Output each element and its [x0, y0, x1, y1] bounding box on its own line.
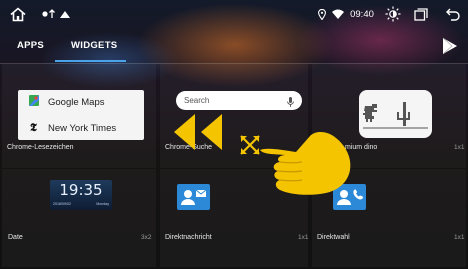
widget-date[interactable]: 19:35 2018/09/02 Monday Date 3x2 — [0, 169, 158, 267]
notification-icons — [40, 5, 74, 23]
recent-apps-icon[interactable] — [413, 5, 429, 23]
nyt-icon: 𝕿 — [30, 121, 37, 134]
dino-preview — [359, 90, 432, 138]
location-icon — [316, 5, 328, 23]
widget-picker-screen: 09:40 APPS WIDGETS Google Maps 𝕿 New Yor… — [0, 0, 468, 269]
mic-icon — [287, 95, 294, 113]
bookmark-row: 𝕿 New York Times — [18, 119, 116, 137]
tab-widgets[interactable]: WIDGETS — [71, 40, 117, 51]
widget-size: 1x1 — [454, 144, 465, 151]
bookmark-label: New York Times — [48, 122, 117, 134]
widget-label: Date — [8, 234, 23, 241]
search-placeholder: Search — [184, 96, 210, 105]
widget-size: 3x2 — [141, 234, 152, 241]
drag-left-arrows-icon — [170, 112, 230, 152]
clock-preview: 19:35 2018/09/02 Monday — [50, 180, 112, 210]
dino-icon — [363, 102, 428, 129]
direct-message-icon — [177, 184, 210, 210]
widget-label: Chrome-Lesezeichen — [7, 144, 74, 151]
back-icon[interactable] — [445, 5, 461, 23]
tab-bar: APPS WIDGETS — [0, 36, 468, 66]
bookmark-row: Google Maps — [18, 93, 105, 111]
maps-icon — [18, 95, 48, 109]
pointing-hand-icon — [258, 128, 353, 198]
clock-preview-time: 19:35 — [59, 181, 103, 199]
status-bar: 09:40 — [0, 0, 468, 28]
widget-grid: Google Maps 𝕿 New York Times Chrome-Lese… — [0, 64, 468, 269]
clock-preview-date: 2018/09/02 — [53, 202, 71, 206]
widget-label: Direktnachricht — [165, 234, 212, 241]
bookmark-label: Google Maps — [48, 96, 105, 108]
widget-label: Direktwahl — [317, 234, 350, 241]
bookmark-card: Google Maps 𝕿 New York Times — [18, 90, 144, 140]
widget-size: 1x1 — [454, 234, 465, 241]
search-bar-preview: Search — [176, 91, 302, 110]
clock-preview-day: Monday — [96, 202, 109, 206]
widget-size: 1x1 — [298, 234, 309, 241]
play-store-icon[interactable] — [440, 36, 462, 58]
clock-time: 09:40 — [350, 8, 374, 20]
active-tab-indicator — [55, 60, 126, 62]
widget-chrome-bookmarks[interactable]: Google Maps 𝕿 New York Times Chrome-Lese… — [0, 64, 158, 168]
tab-apps[interactable]: APPS — [17, 40, 44, 51]
wifi-icon — [331, 5, 345, 23]
home-icon[interactable] — [8, 5, 28, 23]
brightness-icon[interactable] — [384, 5, 402, 23]
